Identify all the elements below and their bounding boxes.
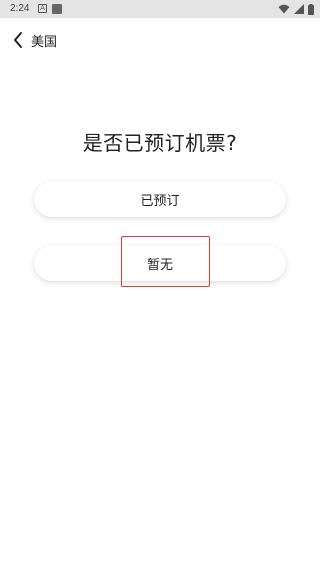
option-booked-label: 已预订	[140, 193, 180, 209]
back-button[interactable]	[4, 26, 32, 54]
option-none-label: 暂无	[146, 257, 173, 273]
signal-icon	[294, 4, 304, 14]
page: 2:24 A 美国 是否已预订机票? 已预订 暂无	[0, 0, 320, 569]
status-time: 2:24	[10, 3, 30, 14]
status-right-icons	[278, 3, 314, 15]
wifi-icon	[278, 4, 290, 14]
header-title: 美国	[31, 35, 58, 50]
header: 美国	[0, 18, 320, 62]
status-bar: 2:24 A	[0, 0, 320, 18]
square-notification-icon	[52, 4, 62, 14]
chevron-left-icon	[14, 32, 22, 48]
a-notification-icon: A	[38, 4, 47, 13]
option-none-button[interactable]: 暂无	[34, 245, 286, 281]
question-title: 是否已预订机票?	[82, 131, 238, 155]
option-booked-button[interactable]: 已预订	[34, 181, 286, 217]
battery-icon	[308, 3, 314, 15]
